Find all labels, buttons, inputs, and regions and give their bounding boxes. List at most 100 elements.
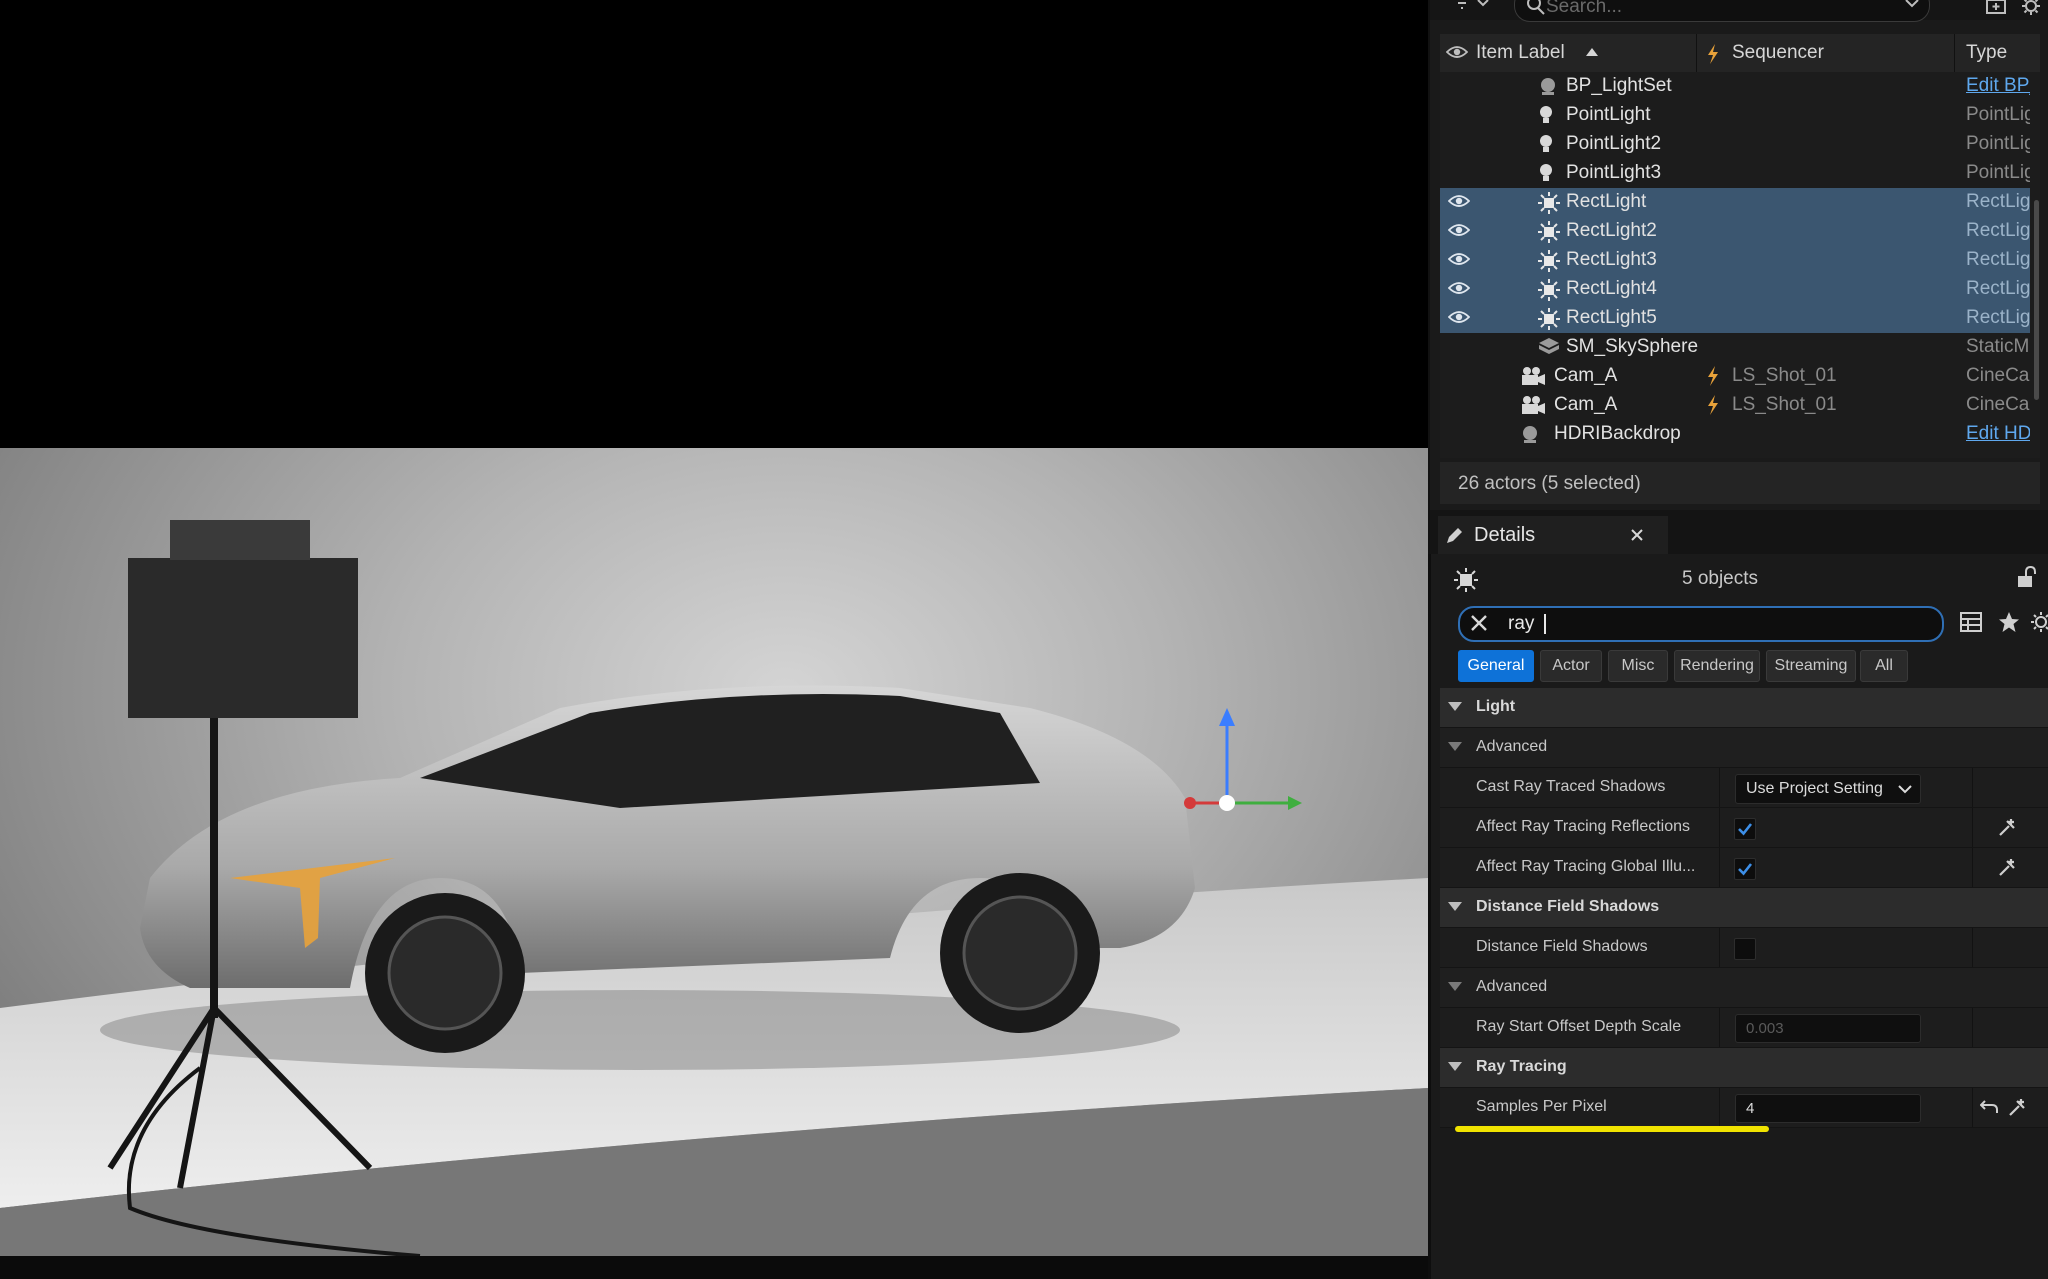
ray-start-offset-input[interactable]: 0.003 [1735, 1014, 1921, 1043]
column-type[interactable]: Type [1966, 42, 2007, 64]
table-view-icon[interactable] [1960, 612, 1982, 632]
sequencer-bolt-icon [1706, 395, 1720, 420]
category-actor-button[interactable]: Actor [1540, 650, 1602, 682]
column-item-label[interactable]: Item Label [1476, 42, 1565, 64]
property-actions-icon[interactable] [2006, 1097, 2028, 1119]
sort-ascending-icon [1586, 48, 1598, 56]
add-folder-icon[interactable] [1986, 0, 2006, 14]
outliner-row[interactable]: RectLight4 RectLigh [1440, 275, 2030, 304]
section-distance-field-shadows[interactable]: Distance Field Shadows [1440, 888, 2048, 928]
settings-gear-icon[interactable] [2020, 0, 2042, 16]
property-label: Samples Per Pixel [1476, 1098, 1607, 1115]
clear-search-icon[interactable] [1470, 614, 1488, 632]
visibility-eye-icon[interactable] [1447, 280, 1471, 301]
row-label: RectLight4 [1566, 278, 1657, 299]
search-options-chevron-icon[interactable] [1904, 0, 1920, 8]
outliner-row[interactable]: RectLight RectLigh [1440, 188, 2030, 217]
details-panel: 5 objects ray General Actor Misc Rendering S… [1440, 554, 2048, 1279]
input-value: 0.003 [1746, 1020, 1784, 1037]
property-actions-icon[interactable] [1996, 857, 2018, 879]
details-tab[interactable]: Details [1438, 516, 1668, 554]
expand-arrow-icon [1448, 702, 1462, 712]
details-tab-title: Details [1474, 524, 1536, 546]
chevron-down-icon[interactable] [1476, 0, 1490, 8]
row-label: RectLight3 [1566, 249, 1657, 270]
details-search-input[interactable]: ray [1458, 606, 1944, 642]
property-label: Affect Ray Tracing Global Illu... [1476, 858, 1696, 875]
highlight-underline [1455, 1126, 1769, 1132]
outliner-row[interactable]: Cam_A LS_Shot_01 CineCam [1440, 391, 2030, 420]
visibility-eye-icon[interactable] [1447, 309, 1471, 330]
edit-blueprint-link[interactable]: Edit HDR [1966, 423, 2030, 445]
outliner-scrollbar[interactable] [2034, 200, 2039, 400]
outliner-row[interactable]: SM_SkySphere StaticMe [1440, 333, 2030, 362]
outliner-row[interactable]: PointLight3 PointLigh [1440, 159, 2030, 188]
row-type: RectLigh [1966, 191, 2030, 212]
row-type: RectLigh [1966, 307, 2030, 328]
outliner-row[interactable]: RectLight2 RectLigh [1440, 217, 2030, 246]
outliner-row[interactable]: PointLight PointLigh [1440, 101, 2030, 130]
rect-light-icon [1538, 308, 1560, 335]
category-rendering-button[interactable]: Rendering [1674, 650, 1760, 682]
row-label: RectLight [1566, 191, 1647, 212]
category-general-button[interactable]: General [1458, 650, 1534, 682]
subsection-dfs-advanced[interactable]: Advanced [1440, 968, 2048, 1008]
category-misc-button[interactable]: Misc [1608, 650, 1668, 682]
expand-arrow-icon [1448, 742, 1462, 752]
row-type: CineCam [1966, 394, 2030, 415]
category-streaming-button[interactable]: Streaming [1766, 650, 1856, 682]
rect-light-icon [1538, 250, 1560, 277]
property-actions-icon[interactable] [1996, 817, 2018, 839]
outliner-column-header: Item Label Sequencer Type [1440, 34, 2040, 73]
details-settings-gear-icon[interactable] [2030, 611, 2048, 633]
edit-blueprint-link[interactable]: Edit BP_I [1966, 75, 2030, 97]
panel-splitter[interactable] [1428, 554, 1431, 1279]
viewport-scene [0, 520, 1428, 1256]
outliner-tree: BP_LightSetEdit BP_IPointLightPointLighP… [1440, 72, 2040, 458]
camera-icon [1520, 395, 1546, 420]
favorites-star-icon[interactable] [1998, 611, 2020, 633]
affect-rt-reflections-checkbox[interactable] [1734, 818, 1756, 840]
outliner-row[interactable]: PointLight2 PointLigh [1440, 130, 2030, 159]
outliner-row[interactable]: BP_LightSet Edit BP_I [1440, 72, 2030, 101]
property-label: Cast Ray Traced Shadows [1476, 778, 1666, 795]
affect-rt-gi-checkbox[interactable] [1734, 858, 1756, 880]
column-sequencer[interactable]: Sequencer [1732, 42, 1824, 64]
section-light[interactable]: Light [1440, 688, 2048, 728]
property-affect-ray-tracing-global-illumination: Affect Ray Tracing Global Illu... [1440, 848, 2048, 888]
row-label: PointLight2 [1566, 133, 1662, 154]
row-label: HDRIBackdrop [1554, 423, 1681, 444]
level-viewport[interactable] [0, 448, 1428, 1256]
search-icon [1526, 0, 1546, 16]
point-light-icon [1538, 163, 1554, 190]
category-all-button[interactable]: All [1860, 650, 1908, 682]
selected-objects-count: 5 objects [1681, 568, 1759, 589]
outliner-row[interactable]: RectLight3 RectLigh [1440, 246, 2030, 275]
outliner-row[interactable]: HDRIBackdrop Edit HDR [1440, 420, 2030, 449]
close-icon[interactable] [1630, 528, 1644, 542]
subsection-light-advanced[interactable]: Advanced [1440, 728, 2048, 768]
property-affect-ray-tracing-reflections: Affect Ray Tracing Reflections [1440, 808, 2048, 848]
reset-to-default-icon[interactable] [1980, 1099, 1998, 1115]
unlock-icon[interactable] [2016, 566, 2036, 588]
viewport-letterbox-top [0, 0, 1428, 448]
visibility-eye-icon[interactable] [1446, 44, 1468, 60]
visibility-eye-icon[interactable] [1447, 251, 1471, 272]
pencil-icon [1444, 526, 1464, 546]
visibility-eye-icon[interactable] [1447, 222, 1471, 243]
samples-per-pixel-input[interactable]: 4 [1735, 1094, 1921, 1123]
point-light-icon [1538, 134, 1554, 161]
expand-arrow-icon [1448, 1062, 1462, 1072]
subsection-title: Advanced [1476, 978, 1548, 995]
blueprint-icon [1538, 76, 1558, 101]
distance-field-shadows-checkbox[interactable] [1734, 938, 1756, 960]
row-type: CineCam [1966, 365, 2030, 386]
section-ray-tracing[interactable]: Ray Tracing [1440, 1048, 2048, 1088]
outliner-row[interactable]: RectLight5 RectLigh [1440, 304, 2030, 333]
cast-ray-traced-shadows-dropdown[interactable]: Use Project Setting [1735, 774, 1921, 804]
visibility-eye-icon[interactable] [1447, 193, 1471, 214]
outliner-row[interactable]: Cam_A LS_Shot_01 CineCam [1440, 362, 2030, 391]
property-label: Distance Field Shadows [1476, 938, 1648, 955]
filter-icon[interactable] [1454, 0, 1474, 12]
viewport-letterbox-bottom [0, 1256, 1428, 1279]
